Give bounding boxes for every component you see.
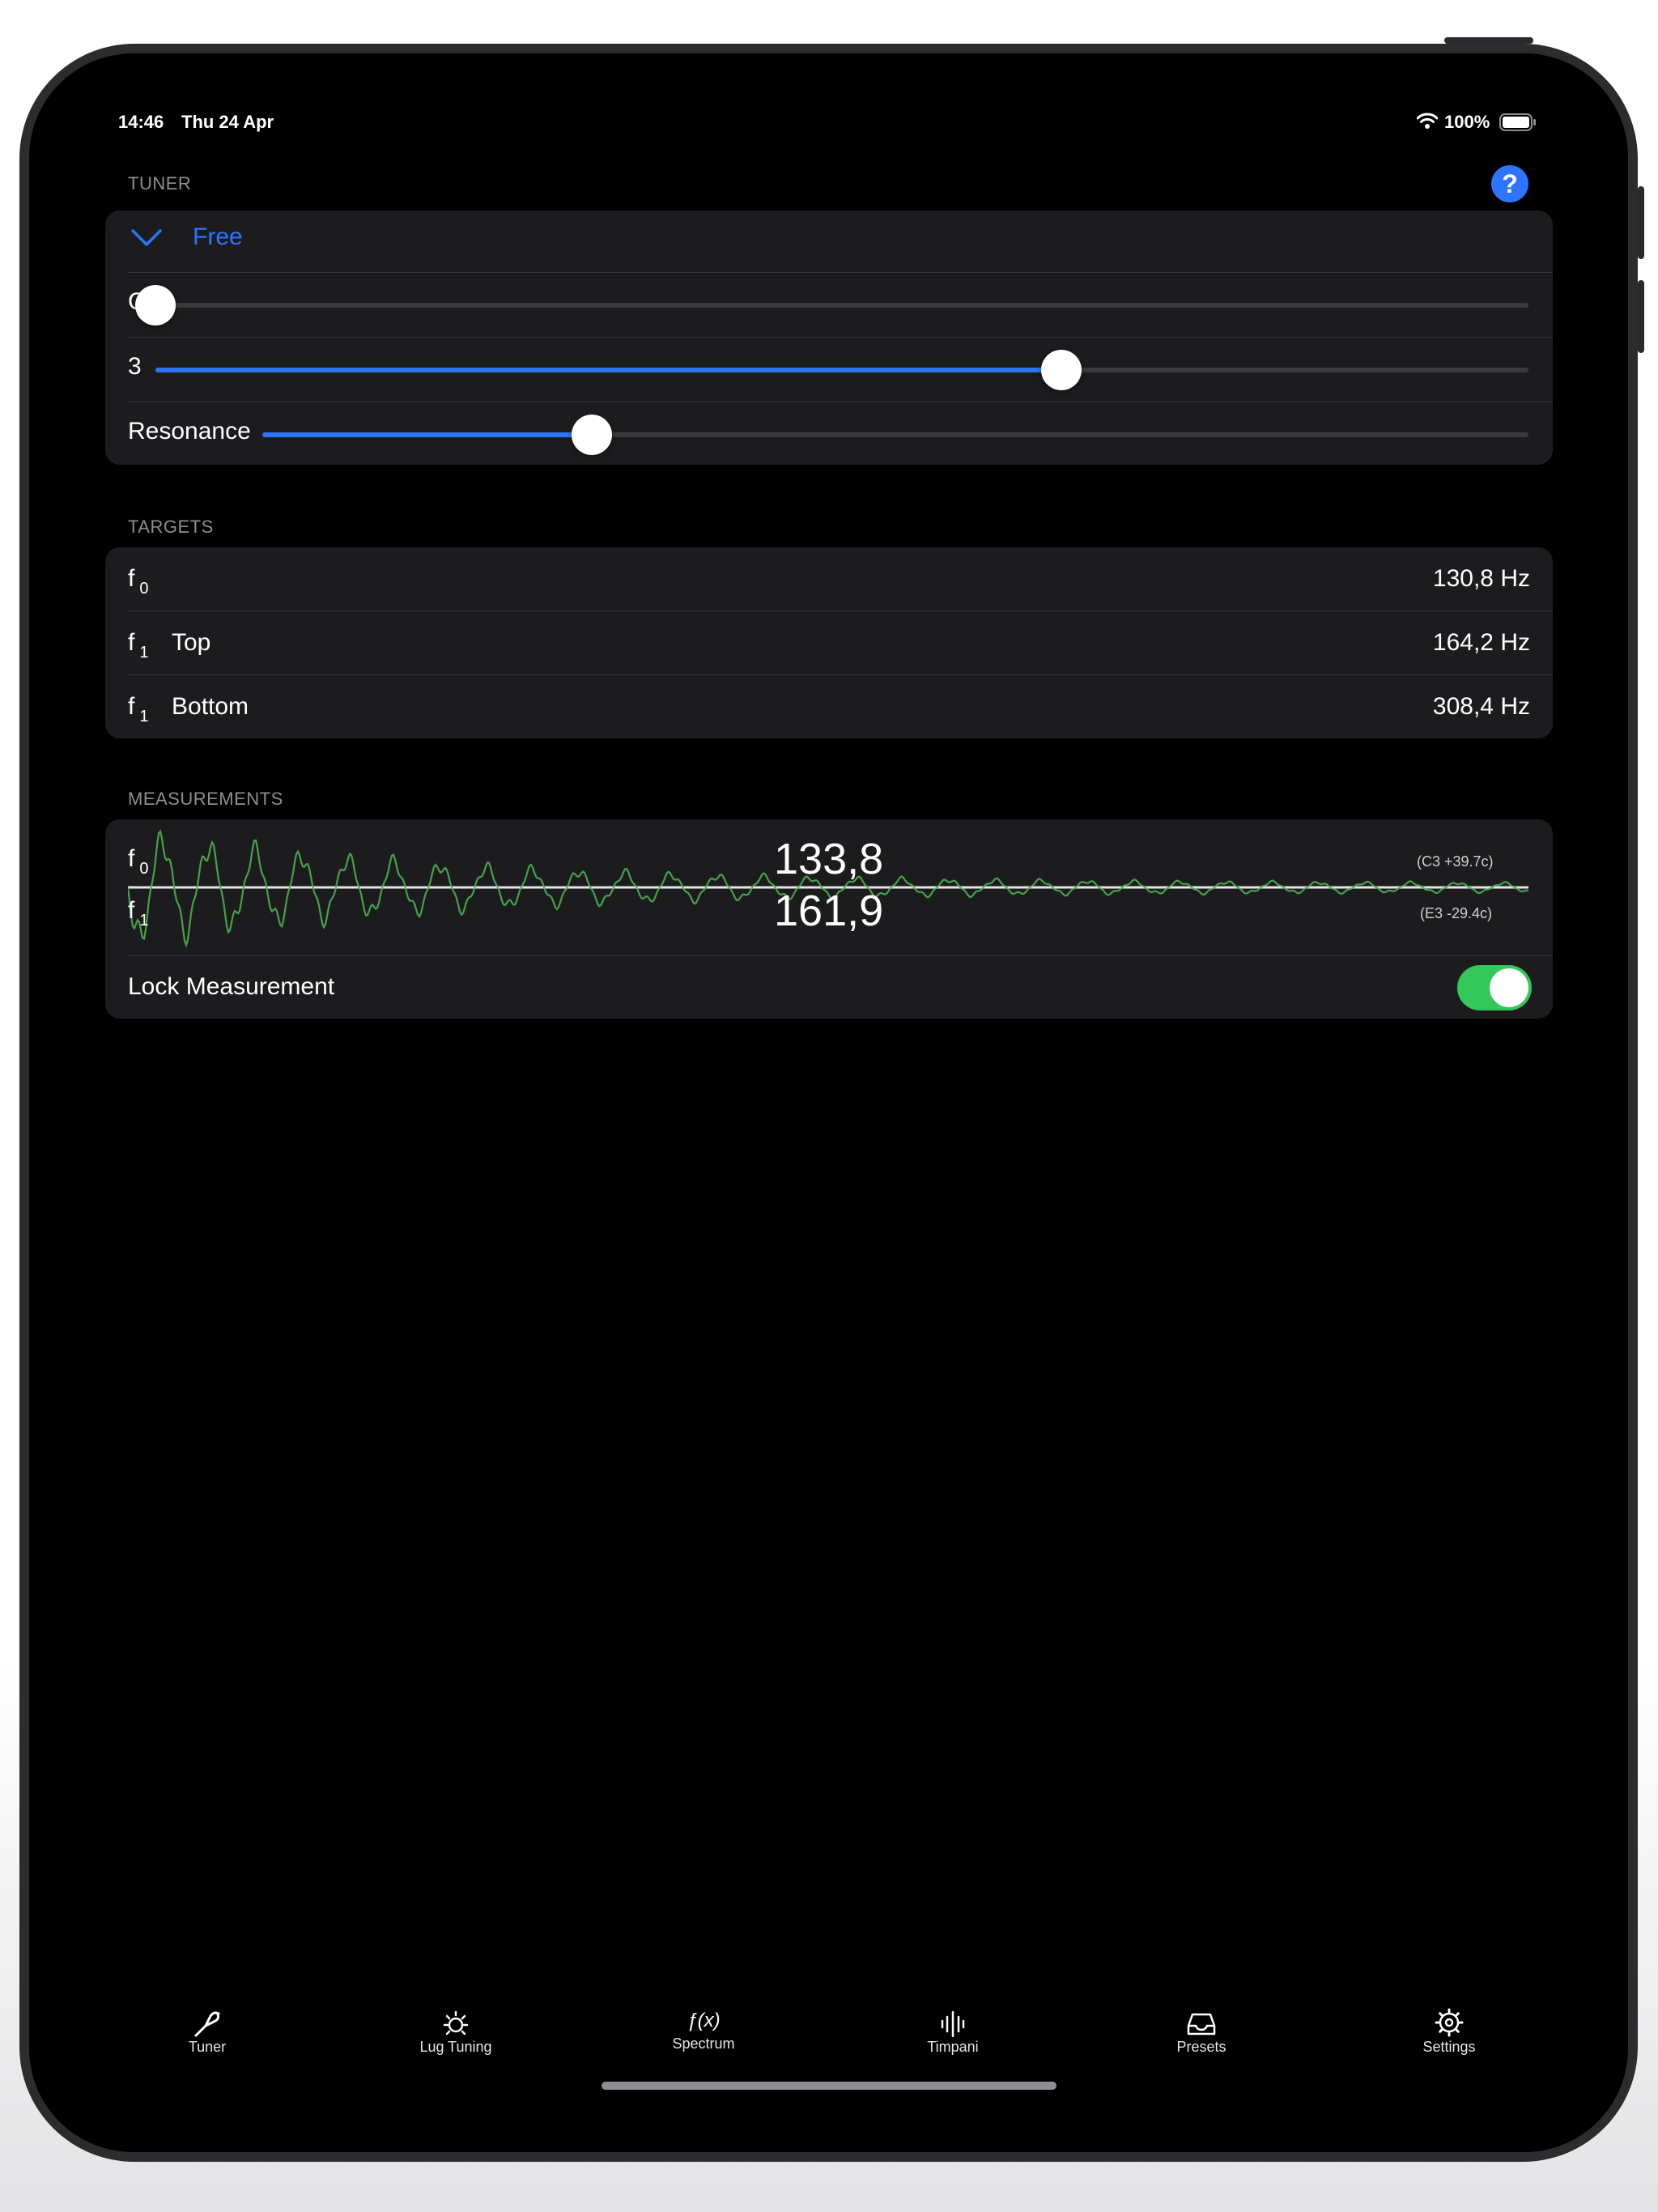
- separator: [128, 272, 1553, 273]
- tab-tuner[interactable]: Tuner: [134, 2005, 280, 2056]
- octave-slider-thumb[interactable]: [1041, 350, 1082, 390]
- note-slider-thumb[interactable]: [135, 285, 176, 325]
- f0-symbol: f0: [128, 845, 149, 878]
- home-indicator[interactable]: [602, 2082, 1056, 2090]
- f0-note-deviation: (C3 +39.7c): [1417, 853, 1494, 870]
- tab-timpani[interactable]: Timpani: [880, 2005, 1026, 2056]
- f1-symbol: f1: [128, 897, 149, 929]
- targets-section-label: TARGETS: [128, 517, 214, 537]
- app-screen: 14:46 Thu 24 Apr 100% TUNER ? Free C: [29, 53, 1628, 2152]
- target-name: Bottom: [172, 693, 249, 720]
- octave-slider-fill: [155, 368, 1062, 372]
- volume-up-button: [1638, 186, 1644, 259]
- target-symbol: f0: [128, 565, 149, 598]
- target-symbol: f1: [128, 693, 149, 725]
- targets-card: f0 130,8 Hz f1 Top 164,2 Hz f1 Bottom 30…: [105, 547, 1553, 738]
- separator: [128, 337, 1553, 338]
- resonance-slider[interactable]: [262, 415, 1528, 455]
- measurements-card: f0 f1 133,8 161,9 (C3 +39.7c) (E3 -29.4c…: [105, 819, 1553, 1019]
- tuner-card: Free C 3 Resonance: [105, 211, 1553, 465]
- tab-spectrum[interactable]: ƒ(x) Spectrum: [631, 2005, 776, 2052]
- f1-note-deviation: (E3 -29.4c): [1420, 905, 1493, 921]
- tuner-mode-selector[interactable]: Free: [193, 223, 243, 251]
- resonance-slider-fill: [262, 432, 592, 437]
- lock-measurement-toggle[interactable]: [1457, 965, 1532, 1010]
- help-button[interactable]: ?: [1491, 165, 1528, 202]
- volume-down-button: [1638, 280, 1644, 353]
- battery-percent: 100%: [1444, 112, 1490, 132]
- target-value: 308,4 Hz: [1432, 693, 1530, 720]
- chevron-down-icon[interactable]: [131, 228, 162, 252]
- tab-settings[interactable]: Settings: [1376, 2005, 1522, 2056]
- tab-presets[interactable]: Presets: [1129, 2005, 1274, 2056]
- target-row: f0 130,8 Hz: [105, 547, 1553, 610]
- tuner-section-label: TUNER: [128, 173, 192, 194]
- tab-label: Settings: [1422, 2039, 1476, 2055]
- target-name: Top: [172, 629, 211, 656]
- status-time: 14:46: [118, 112, 164, 132]
- waveform-icon: [880, 2005, 1026, 2037]
- tab-label: Spectrum: [672, 2035, 735, 2052]
- separator: [128, 955, 1553, 956]
- tray-icon: [1129, 2005, 1274, 2037]
- tab-label: Lug Tuning: [419, 2039, 492, 2055]
- f1-measured-value: 161,9: [774, 887, 884, 935]
- octave-slider[interactable]: [155, 350, 1528, 390]
- tab-label: Timpani: [927, 2039, 979, 2055]
- target-value: 164,2 Hz: [1432, 629, 1530, 656]
- note-slider[interactable]: [135, 285, 1528, 325]
- function-icon: ƒ(x): [687, 2010, 721, 2031]
- octave-label: 3: [128, 353, 142, 380]
- measurements-section-label: MEASUREMENTS: [128, 789, 283, 809]
- wifi-icon: [1416, 112, 1439, 134]
- tab-lug-tuning[interactable]: Lug Tuning: [383, 2005, 529, 2056]
- target-row: f1 Top 164,2 Hz: [105, 611, 1553, 674]
- tuning-fork-icon: [134, 2005, 280, 2037]
- battery-icon: [1499, 113, 1537, 135]
- f0-measured-value: 133,8: [774, 835, 884, 883]
- status-date: Thu 24 Apr: [181, 112, 274, 132]
- target-symbol: f1: [128, 629, 149, 661]
- top-button: [1444, 37, 1533, 44]
- tab-label: Tuner: [188, 2039, 227, 2055]
- toggle-knob: [1490, 968, 1528, 1007]
- target-row: f1 Bottom 308,4 Hz: [105, 675, 1553, 738]
- lock-measurement-label: Lock Measurement: [128, 973, 335, 1000]
- tab-label: Presets: [1176, 2039, 1226, 2055]
- lug-icon: [383, 2005, 529, 2037]
- resonance-label: Resonance: [128, 418, 251, 445]
- resonance-slider-thumb[interactable]: [571, 415, 612, 455]
- gear-icon: [1376, 2005, 1522, 2037]
- target-value: 130,8 Hz: [1432, 565, 1530, 592]
